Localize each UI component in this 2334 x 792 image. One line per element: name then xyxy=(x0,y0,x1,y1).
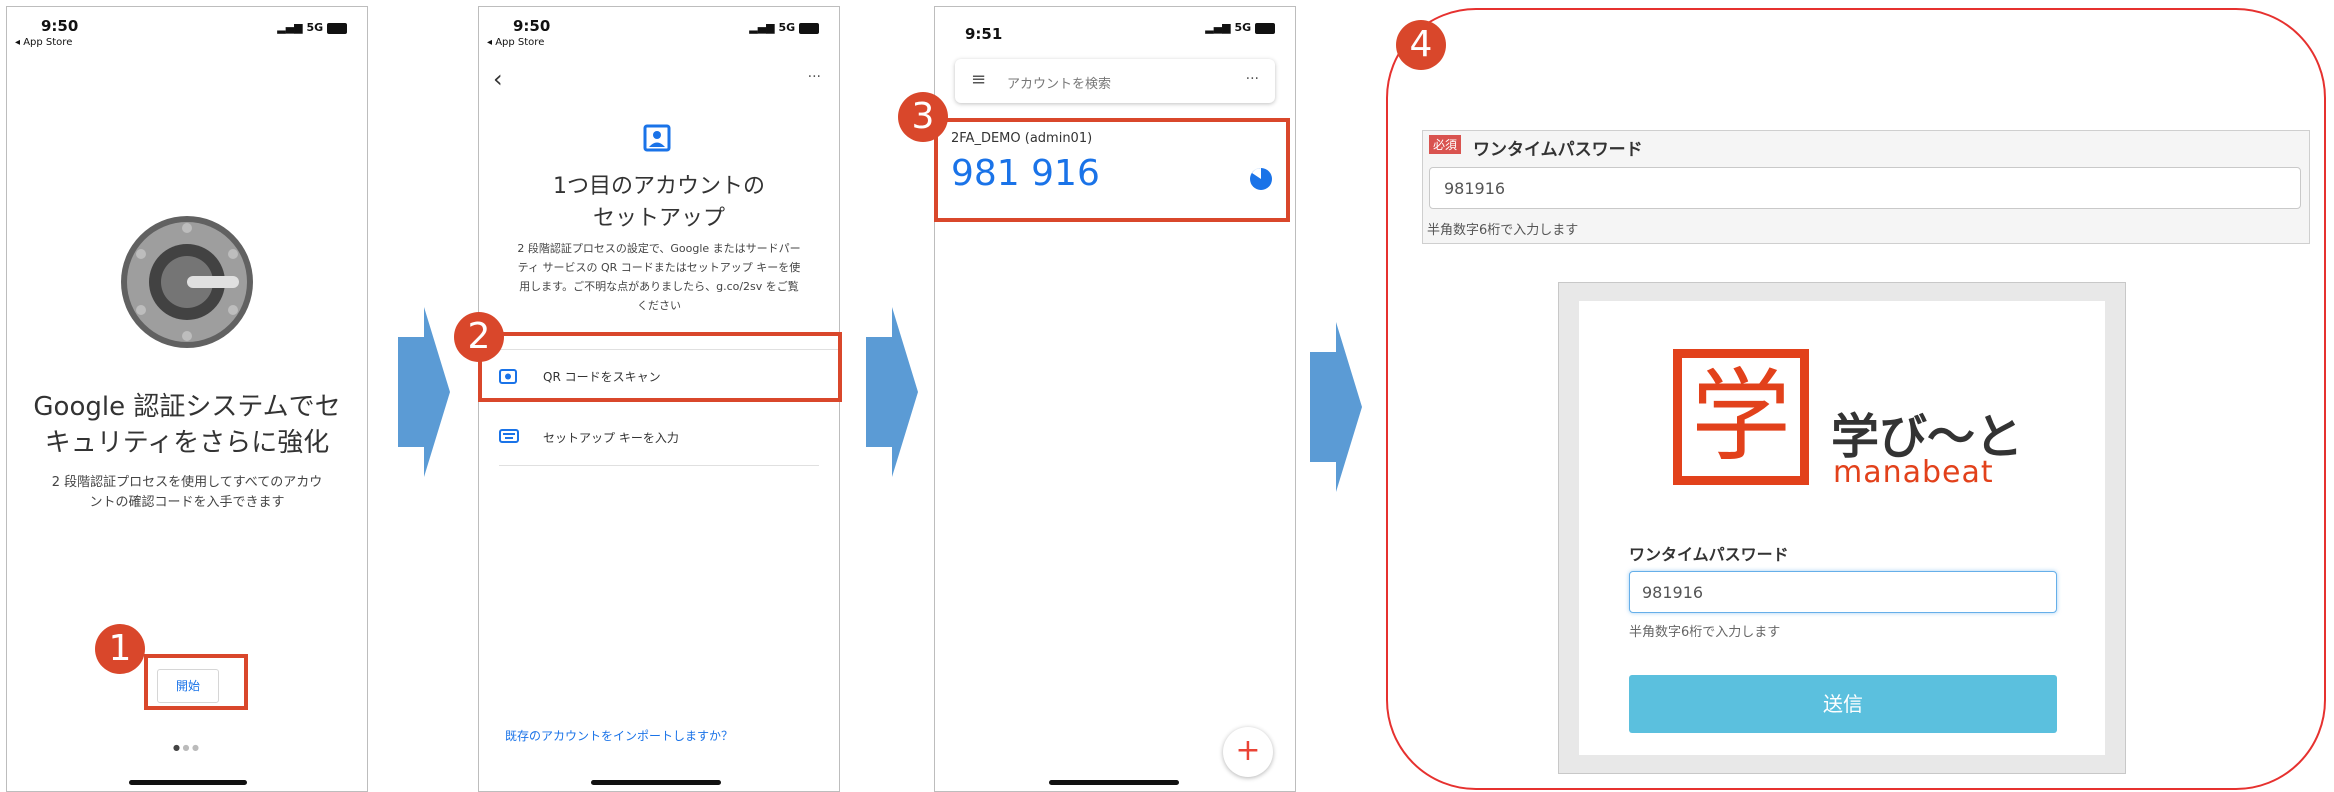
start-button-highlight xyxy=(144,654,248,710)
intro-body: 2 段階認証プロセスを使用してすべてのアカウ ントの確認コードを入手できます xyxy=(51,475,323,510)
step-badge-3: 3 xyxy=(898,92,948,142)
home-indicator xyxy=(129,780,247,785)
add-account-button[interactable]: + xyxy=(1223,727,1273,777)
more-options-icon[interactable]: ··· xyxy=(1246,71,1259,87)
admin-otp-input[interactable]: 981916 xyxy=(1429,167,2301,209)
admin-otp-label: ワンタイムパスワード xyxy=(1473,140,1643,160)
signal-icon: ▂▄▆ xyxy=(749,21,775,34)
manabeat-logo-mark: 学 xyxy=(1673,349,1809,485)
login-otp-hint: 半角数字6桁で入力します xyxy=(1629,625,1781,640)
required-badge: 必須 xyxy=(1429,135,1462,154)
back-chevron-icon[interactable]: ‹ xyxy=(493,65,503,93)
setup-key-option[interactable]: セットアップ キーを入力 xyxy=(479,411,839,463)
more-options-icon[interactable]: ··· xyxy=(808,69,821,85)
menu-icon[interactable]: ≡ xyxy=(971,69,986,90)
app-store-back-link[interactable]: ◂ App Store xyxy=(487,37,544,48)
battery-icon xyxy=(1255,22,1275,34)
login-card-frame: 学 学び〜と manabeat ワンタイムパスワード 981916 半角数字6桁… xyxy=(1558,282,2126,774)
setup-key-label: セットアップ キーを入力 xyxy=(543,431,679,445)
step-badge-4: 4 xyxy=(1396,20,1446,70)
battery-icon xyxy=(799,22,819,34)
search-placeholder: アカウントを検索 xyxy=(1007,77,1112,92)
status-time: 9:50 xyxy=(41,17,79,35)
status-signal: ▂▄▆ 5G xyxy=(1205,21,1275,34)
home-indicator xyxy=(591,780,721,785)
status-signal: ▂▄▆ 5G xyxy=(277,21,347,34)
battery-icon xyxy=(327,22,347,34)
login-otp-input[interactable]: 981916 xyxy=(1629,571,2057,613)
step-badge-2: 2 xyxy=(454,312,504,362)
account-search-bar[interactable]: ≡ アカウントを検索 ··· xyxy=(955,59,1275,103)
page-indicator: ● ● ● xyxy=(173,743,200,752)
divider xyxy=(499,465,819,466)
flow-arrow-icon xyxy=(1310,322,1362,492)
status-time: 9:50 xyxy=(513,17,551,35)
home-indicator xyxy=(1049,780,1179,785)
setup-description: 2 段階認証プロセスの設定で、Google またはサードパー ティ サービスの … xyxy=(517,242,801,312)
setup-title: 1つ目のアカウントの セットアップ xyxy=(553,174,765,231)
app-store-back-link[interactable]: ◂ App Store xyxy=(15,37,72,48)
manabeat-logo-sub: manabeat xyxy=(1833,455,1994,490)
intro-headline: Google 認証システムでセ キュリティをさらに強化 xyxy=(33,392,341,458)
signal-icon: ▂▄▆ xyxy=(1205,21,1231,34)
step-badge-1: 1 xyxy=(95,624,145,674)
import-accounts-link[interactable]: 既存のアカウントをインポートしますか？ xyxy=(505,727,733,744)
flow-arrow-icon xyxy=(866,307,918,477)
login-card: 学 学び〜と manabeat ワンタイムパスワード 981916 半角数字6桁… xyxy=(1579,301,2105,755)
login-otp-label: ワンタイムパスワード xyxy=(1629,545,1789,564)
submit-button[interactable]: 送信 xyxy=(1629,675,2057,733)
qr-scan-highlight xyxy=(478,332,842,402)
otp-code-highlight xyxy=(934,118,1290,222)
keyboard-icon xyxy=(499,429,519,443)
flow-arrow-icon xyxy=(398,307,450,477)
status-time: 9:51 xyxy=(965,25,1003,43)
admin-otp-hint: 半角数字6桁で入力します xyxy=(1427,223,1579,238)
signal-icon: ▂▄▆ xyxy=(277,21,303,34)
admin-otp-form-row: 必須 ワンタイムパスワード 981916 半角数字6桁で入力します xyxy=(1422,130,2310,244)
account-box-icon xyxy=(643,124,671,152)
status-signal: ▂▄▆ 5G xyxy=(749,21,819,34)
google-authenticator-logo-icon xyxy=(121,216,253,348)
